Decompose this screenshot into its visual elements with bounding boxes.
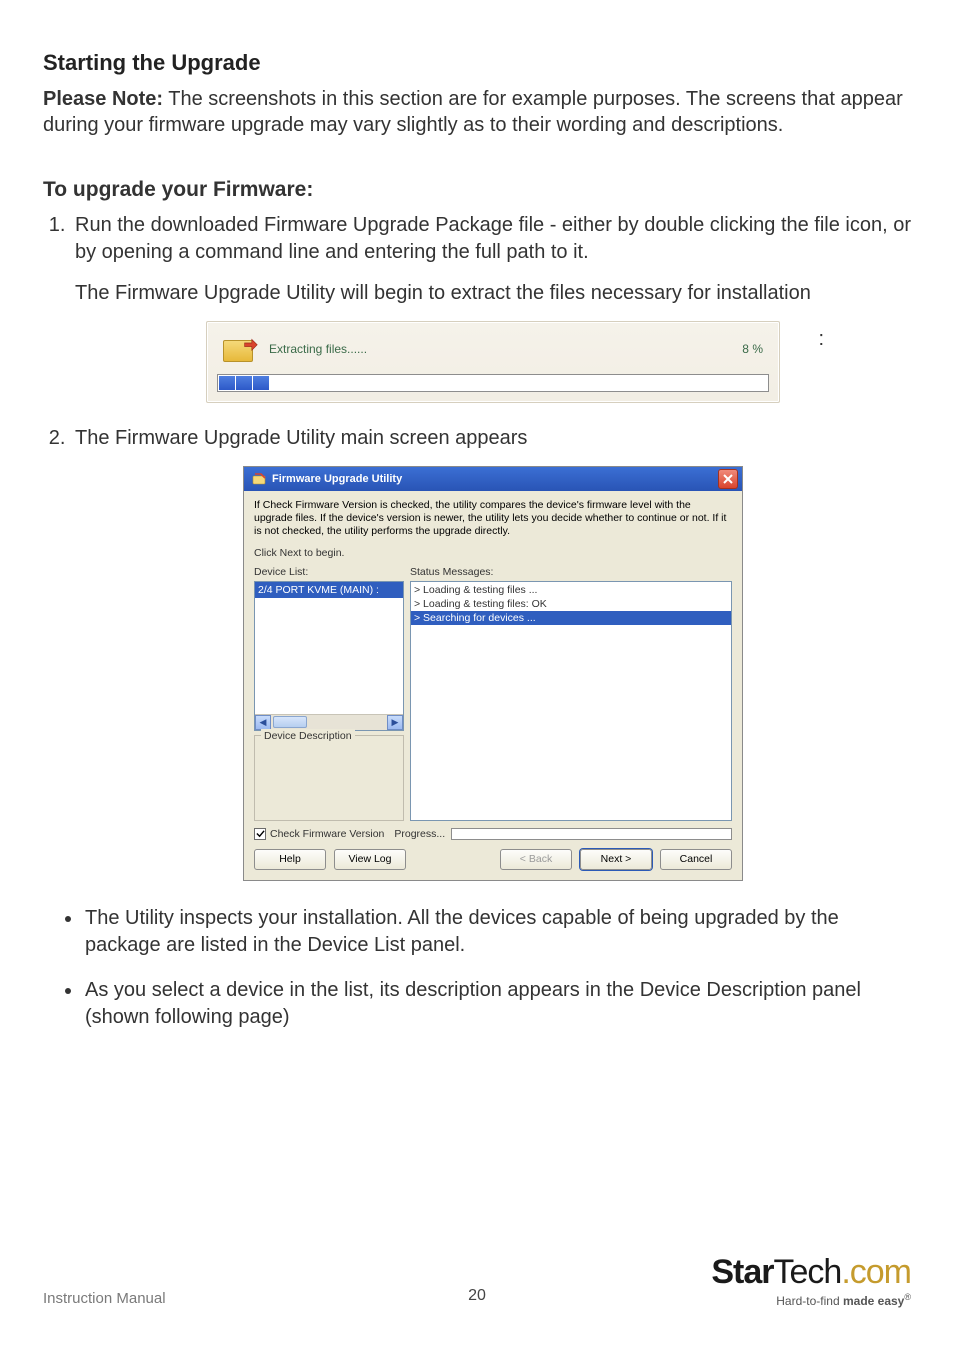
extract-progress-bar	[217, 374, 769, 392]
checkmark-icon	[256, 829, 265, 838]
scroll-left-icon[interactable]: ◀	[255, 715, 271, 730]
brand-tagline: Hard-to-find made easy®	[711, 1293, 911, 1307]
extract-percent-value: 8	[742, 342, 749, 356]
brand-logo: StarTech.com Hard-to-find made easy®	[711, 1255, 911, 1307]
scroll-right-icon[interactable]: ▶	[387, 715, 403, 730]
step-2: The Firmware Upgrade Utility main screen…	[71, 425, 911, 881]
check-firmware-checkbox[interactable]	[254, 828, 266, 840]
subheading: To upgrade your Firmware:	[43, 178, 911, 202]
trailing-colon: :	[818, 326, 824, 353]
brand-dot-com: .com	[841, 1253, 911, 1291]
instruction-manual-label: Instruction Manual	[43, 1290, 166, 1307]
cancel-button[interactable]: Cancel	[660, 849, 732, 870]
status-row-selected: > Searching for devices ...	[411, 611, 731, 625]
device-description-panel: Device Description	[254, 735, 404, 821]
extract-percent: 8 %	[742, 341, 763, 357]
page-number: 20	[468, 1287, 486, 1305]
next-button[interactable]: Next >	[580, 849, 652, 870]
bullet-1: The Utility inspects your installation. …	[83, 905, 911, 959]
status-messages: > Loading & testing files ... > Loading …	[410, 581, 732, 821]
please-note-paragraph: Please Note: The screenshots in this sec…	[43, 86, 911, 138]
tagline-b: made easy	[843, 1294, 904, 1308]
horizontal-scrollbar[interactable]: ◀ ▶	[255, 714, 403, 730]
device-description-label: Device Description	[261, 729, 355, 743]
registered-mark: ®	[904, 1292, 911, 1302]
extracting-label: Extracting files......	[269, 341, 367, 357]
back-button[interactable]: < Back	[500, 849, 572, 870]
utility-description: If Check Firmware Version is checked, th…	[254, 499, 732, 538]
tagline-a: Hard-to-find	[776, 1294, 843, 1308]
progress-segment	[253, 376, 269, 390]
status-row: > Loading & testing files ...	[411, 583, 731, 597]
step-1b-text: The Firmware Upgrade Utility will begin …	[75, 280, 911, 307]
progress-segment	[236, 376, 252, 390]
folder-arrow-icon	[219, 332, 259, 366]
bullet-2: As you select a device in the list, its …	[83, 977, 911, 1031]
extract-percent-suffix: %	[749, 342, 763, 356]
scroll-thumb[interactable]	[273, 716, 307, 728]
status-messages-label: Status Messages:	[410, 565, 732, 579]
utility-instruction: Click Next to begin.	[254, 546, 732, 560]
please-note-label: Please Note:	[43, 88, 163, 110]
device-list[interactable]: 2/4 PORT KVME (MAIN) : ◀ ▶	[254, 581, 404, 731]
status-row: > Loading & testing files: OK	[411, 597, 731, 611]
utility-titlebar: Firmware Upgrade Utility	[244, 467, 742, 491]
device-list-item[interactable]: 2/4 PORT KVME (MAIN) :	[255, 582, 403, 598]
utility-title-text: Firmware Upgrade Utility	[272, 472, 402, 487]
upgrade-progress-bar	[451, 828, 732, 840]
device-list-label: Device List:	[254, 565, 404, 579]
progress-segment	[219, 376, 235, 390]
screenshot-extracting: Extracting files...... 8 %	[206, 321, 780, 403]
section-heading: Starting the Upgrade	[43, 50, 911, 76]
screenshot-utility: Firmware Upgrade Utility If Check Firmwa…	[243, 466, 743, 881]
please-note-text: The screenshots in this section are for …	[43, 88, 903, 136]
app-icon	[252, 472, 266, 486]
step-1: Run the downloaded Firmware Upgrade Pack…	[71, 212, 911, 403]
step-1a-text: Run the downloaded Firmware Upgrade Pack…	[75, 214, 911, 263]
brand-part-2: Tech	[773, 1253, 841, 1291]
view-log-button[interactable]: View Log	[334, 849, 406, 870]
brand-part-1: Star	[711, 1253, 773, 1291]
close-button[interactable]	[718, 469, 738, 489]
close-icon	[723, 474, 733, 484]
step-2-text: The Firmware Upgrade Utility main screen…	[75, 427, 527, 449]
help-button[interactable]: Help	[254, 849, 326, 870]
progress-label: Progress...	[394, 827, 445, 841]
check-firmware-label: Check Firmware Version	[270, 827, 384, 841]
